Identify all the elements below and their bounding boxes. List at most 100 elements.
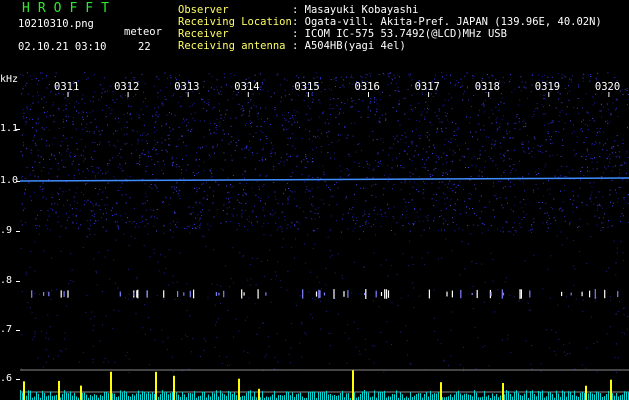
trace-bar [568, 391, 569, 400]
noise-dot [160, 89, 161, 91]
noise-dot [185, 145, 187, 147]
noise-dot [23, 142, 25, 144]
trace-bar [54, 395, 55, 400]
noise-dot [67, 145, 69, 147]
noise-dot [483, 224, 485, 225]
noise-dot [354, 122, 356, 124]
noise-dot [176, 157, 178, 159]
time-mark-label: 0314 [234, 81, 259, 93]
noise-dot [21, 93, 23, 95]
noise-dot [190, 351, 192, 353]
noise-dot [128, 268, 129, 270]
noise-dot [550, 223, 552, 225]
noise-dot [579, 187, 581, 189]
noise-dot [264, 215, 266, 217]
noise-dot [385, 119, 387, 121]
noise-dot [508, 179, 510, 181]
noise-dot [433, 220, 435, 222]
trace-bar [252, 396, 253, 400]
noise-dot [26, 167, 28, 168]
noise-dot [612, 205, 614, 207]
noise-dot [478, 123, 480, 125]
trace-bar [138, 390, 139, 400]
noise-dot [241, 216, 243, 218]
noise-dot [164, 272, 165, 274]
noise-dot [369, 73, 371, 75]
noise-dot [154, 107, 156, 109]
noise-dot [407, 89, 409, 90]
noise-dot [90, 122, 92, 124]
noise-dot [68, 116, 70, 118]
noise-dot [307, 105, 309, 107]
noise-dot [194, 120, 196, 121]
noise-dot [474, 326, 476, 328]
noise-dot [403, 198, 405, 200]
noise-dot [183, 118, 185, 120]
noise-dot [623, 199, 625, 201]
noise-dot [626, 90, 628, 91]
noise-dot [127, 112, 128, 114]
noise-dot [45, 76, 47, 78]
noise-dot [74, 106, 76, 108]
noise-dot [78, 112, 80, 114]
noise-dot [539, 151, 541, 153]
noise-dot [98, 130, 100, 132]
noise-dot [615, 313, 617, 315]
noise-dot [213, 249, 214, 251]
noise-dot [335, 77, 337, 79]
noise-dot [525, 203, 527, 205]
noise-dot [169, 127, 171, 129]
noise-dot [125, 94, 127, 96]
echo-mark [315, 291, 318, 297]
noise-dot [391, 265, 393, 267]
noise-dot [559, 111, 561, 113]
noise-dot [377, 213, 379, 215]
noise-dot [344, 127, 346, 129]
noise-dot [495, 122, 497, 124]
noise-dot [377, 152, 379, 153]
noise-dot [484, 150, 486, 152]
noise-dot [210, 225, 212, 227]
noise-dot [136, 131, 138, 133]
header-panel: HROFFT 10210310.png 02.10.21 03:10 meteo… [0, 0, 629, 72]
noise-dot [625, 201, 627, 203]
trace-bar [102, 396, 103, 400]
noise-dot [38, 122, 40, 124]
noise-dot [176, 164, 178, 165]
noise-dot [65, 108, 67, 110]
noise-dot [116, 130, 118, 132]
noise-dot [342, 112, 344, 114]
noise-dot [350, 122, 352, 124]
noise-dot [238, 223, 240, 224]
noise-dot [173, 186, 175, 188]
noise-dot [157, 141, 159, 143]
noise-dot [98, 205, 100, 207]
noise-dot [598, 191, 600, 193]
trace-bar [532, 390, 533, 400]
trace-bar [342, 391, 343, 400]
noise-dot [405, 217, 407, 219]
noise-dot [551, 136, 552, 138]
noise-dot [531, 156, 533, 158]
noise-dot [485, 206, 487, 208]
noise-dot [435, 168, 437, 170]
noise-dot [363, 267, 365, 268]
noise-dot [106, 105, 108, 107]
noise-dot [59, 350, 61, 351]
noise-dot [391, 77, 393, 79]
noise-dot [211, 176, 213, 178]
noise-dot [492, 185, 494, 187]
noise-dot [186, 309, 188, 311]
echo-mark [193, 289, 195, 299]
noise-dot [488, 156, 490, 157]
noise-dot [136, 276, 138, 278]
noise-dot [599, 110, 601, 112]
trace-bar [76, 396, 77, 400]
noise-dot [515, 231, 517, 233]
noise-dot [339, 165, 341, 167]
noise-dot [238, 103, 240, 105]
noise-dot [341, 101, 343, 103]
noise-dot [76, 148, 78, 150]
noise-dot [163, 225, 165, 226]
noise-dot [202, 204, 204, 206]
